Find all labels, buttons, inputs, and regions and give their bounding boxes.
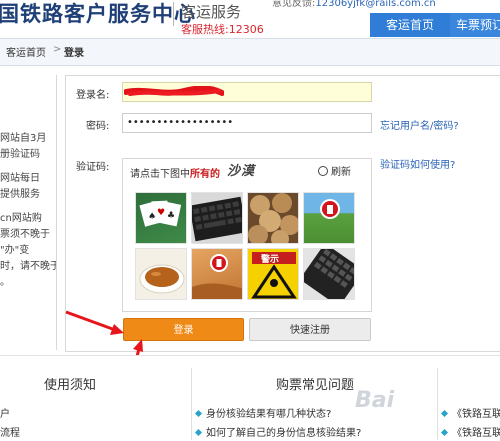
hotline-text: 客服热线:12306 xyxy=(181,23,264,36)
rules-item-label: 《铁路互联 xyxy=(452,428,500,439)
bullet-icon xyxy=(194,409,203,418)
feedback-email[interactable]: 12306yjfk@rails.com.cn xyxy=(315,0,435,9)
captcha-tile-keyboard[interactable] xyxy=(191,192,243,244)
usage-notes-item[interactable]: 户 xyxy=(0,405,10,420)
captcha-instruction: 请点击下图中所有的 xyxy=(130,165,220,180)
login-button[interactable]: 登录 xyxy=(123,318,244,341)
forgot-password-link[interactable]: 忘记用户名/密码? xyxy=(380,117,459,132)
faq-item[interactable]: 如何了解自己的身份信息核验结果? xyxy=(194,424,362,439)
faq-item[interactable]: 身份核验结果有哪几种状态? xyxy=(194,405,332,420)
walnuts-icon xyxy=(248,193,298,243)
captcha-keyword: 沙漠 xyxy=(227,164,256,179)
bullet-icon xyxy=(440,428,449,437)
refresh-label: 刷新 xyxy=(331,167,351,178)
notice-panel: 网站自3月 册验证码 网站每日 提供服务 cn网站购 票须不晚于 "办"变 时，… xyxy=(0,75,57,350)
bullet-icon xyxy=(194,428,203,437)
captcha-tile-warning-sign[interactable]: 警示 xyxy=(247,248,299,300)
captcha-instruction-emphasis: 所有的 xyxy=(190,169,220,180)
captcha-tile-walnuts[interactable] xyxy=(247,192,299,244)
column-divider xyxy=(191,368,192,440)
password-label: 密码: xyxy=(86,121,110,132)
railway-logo-icon xyxy=(192,254,242,299)
column-divider xyxy=(437,368,438,440)
feedback-info: 意见反馈:12306yjfk@rails.com.cn xyxy=(272,0,436,9)
notice-line: 提供服务 xyxy=(0,189,40,200)
captcha-refresh-button[interactable]: 刷新 xyxy=(318,163,351,178)
rules-item[interactable]: 《铁路互联 xyxy=(440,405,500,420)
nav-passenger-home[interactable]: 客运首页 xyxy=(370,13,450,37)
svg-text:♥: ♥ xyxy=(157,208,165,218)
warning-sign-icon: 警示 xyxy=(251,252,297,299)
svg-text:警示: 警示 xyxy=(261,253,279,265)
faq-item-label: 如何了解自己的身份信息核验结果? xyxy=(206,428,362,439)
usage-notes-title: 使用须知 xyxy=(44,378,97,393)
captcha-tile-playing-cards[interactable]: ♠ ♥ ♣ xyxy=(135,192,187,244)
notice-line: 。 xyxy=(0,277,10,288)
usage-notes-item[interactable]: 流程 xyxy=(0,424,20,439)
refresh-icon xyxy=(318,166,328,176)
captcha-tile-railway-logo-grass[interactable] xyxy=(303,192,355,244)
captcha-label: 验证码: xyxy=(76,162,110,173)
breadcrumb-current: 登录 xyxy=(64,48,84,59)
captcha-instruction-text: 请点击下图中 xyxy=(130,169,190,180)
playing-cards-icon: ♠ ♥ ♣ xyxy=(139,200,182,227)
faq-item-label: 身份核验结果有哪几种状态? xyxy=(206,409,332,420)
railway-logo-icon xyxy=(320,199,340,219)
captcha-help-link[interactable]: 验证码如何使用? xyxy=(380,156,455,171)
username-label: 登录名: xyxy=(76,90,110,101)
notice-line: "办"变 xyxy=(0,245,30,256)
notice-line: cn网站购 xyxy=(0,213,42,224)
service-name: 客运服务 xyxy=(181,3,242,21)
rules-item[interactable]: 《铁路互联 xyxy=(440,424,500,439)
nav-ticket-booking[interactable]: 车票预订 xyxy=(450,13,500,37)
keyboard-icon xyxy=(192,196,242,242)
notice-line: 网站每日 xyxy=(0,173,40,184)
tea-cup-icon xyxy=(139,264,185,294)
breadcrumb-home-link[interactable]: 客运首页 xyxy=(6,44,46,59)
notice-line: 册验证码 xyxy=(0,149,40,160)
breadcrumb-separator: > xyxy=(53,44,62,55)
quick-register-button[interactable]: 快速注册 xyxy=(249,318,371,341)
notice-line: 票须不晚于 xyxy=(0,229,50,240)
rules-item-label: 《铁路互联 xyxy=(452,409,500,420)
site-logo-text[interactable]: 国铁路客户服务中心 xyxy=(0,0,196,28)
notice-line: 网站自3月 xyxy=(0,133,47,144)
feedback-label: 意见反馈: xyxy=(272,0,316,9)
header-divider xyxy=(173,2,174,26)
captcha-tile-tea-cup[interactable] xyxy=(135,248,187,300)
password-input[interactable]: •••••••••••••••••• xyxy=(122,113,372,133)
faq-title: 购票常见问题 xyxy=(276,378,355,393)
watermark-logo: Bai xyxy=(355,388,395,413)
captcha-tile-railway-logo-desert[interactable] xyxy=(191,248,243,300)
svg-text:♣: ♣ xyxy=(167,211,175,221)
bullet-icon xyxy=(440,409,449,418)
keyboard-icon xyxy=(304,249,354,299)
notice-line: 时，请不晚于 xyxy=(0,261,57,272)
svg-text:♠: ♠ xyxy=(148,212,156,222)
redaction-scribble xyxy=(124,86,224,96)
captcha-tile-keyboard[interactable] xyxy=(303,248,355,300)
